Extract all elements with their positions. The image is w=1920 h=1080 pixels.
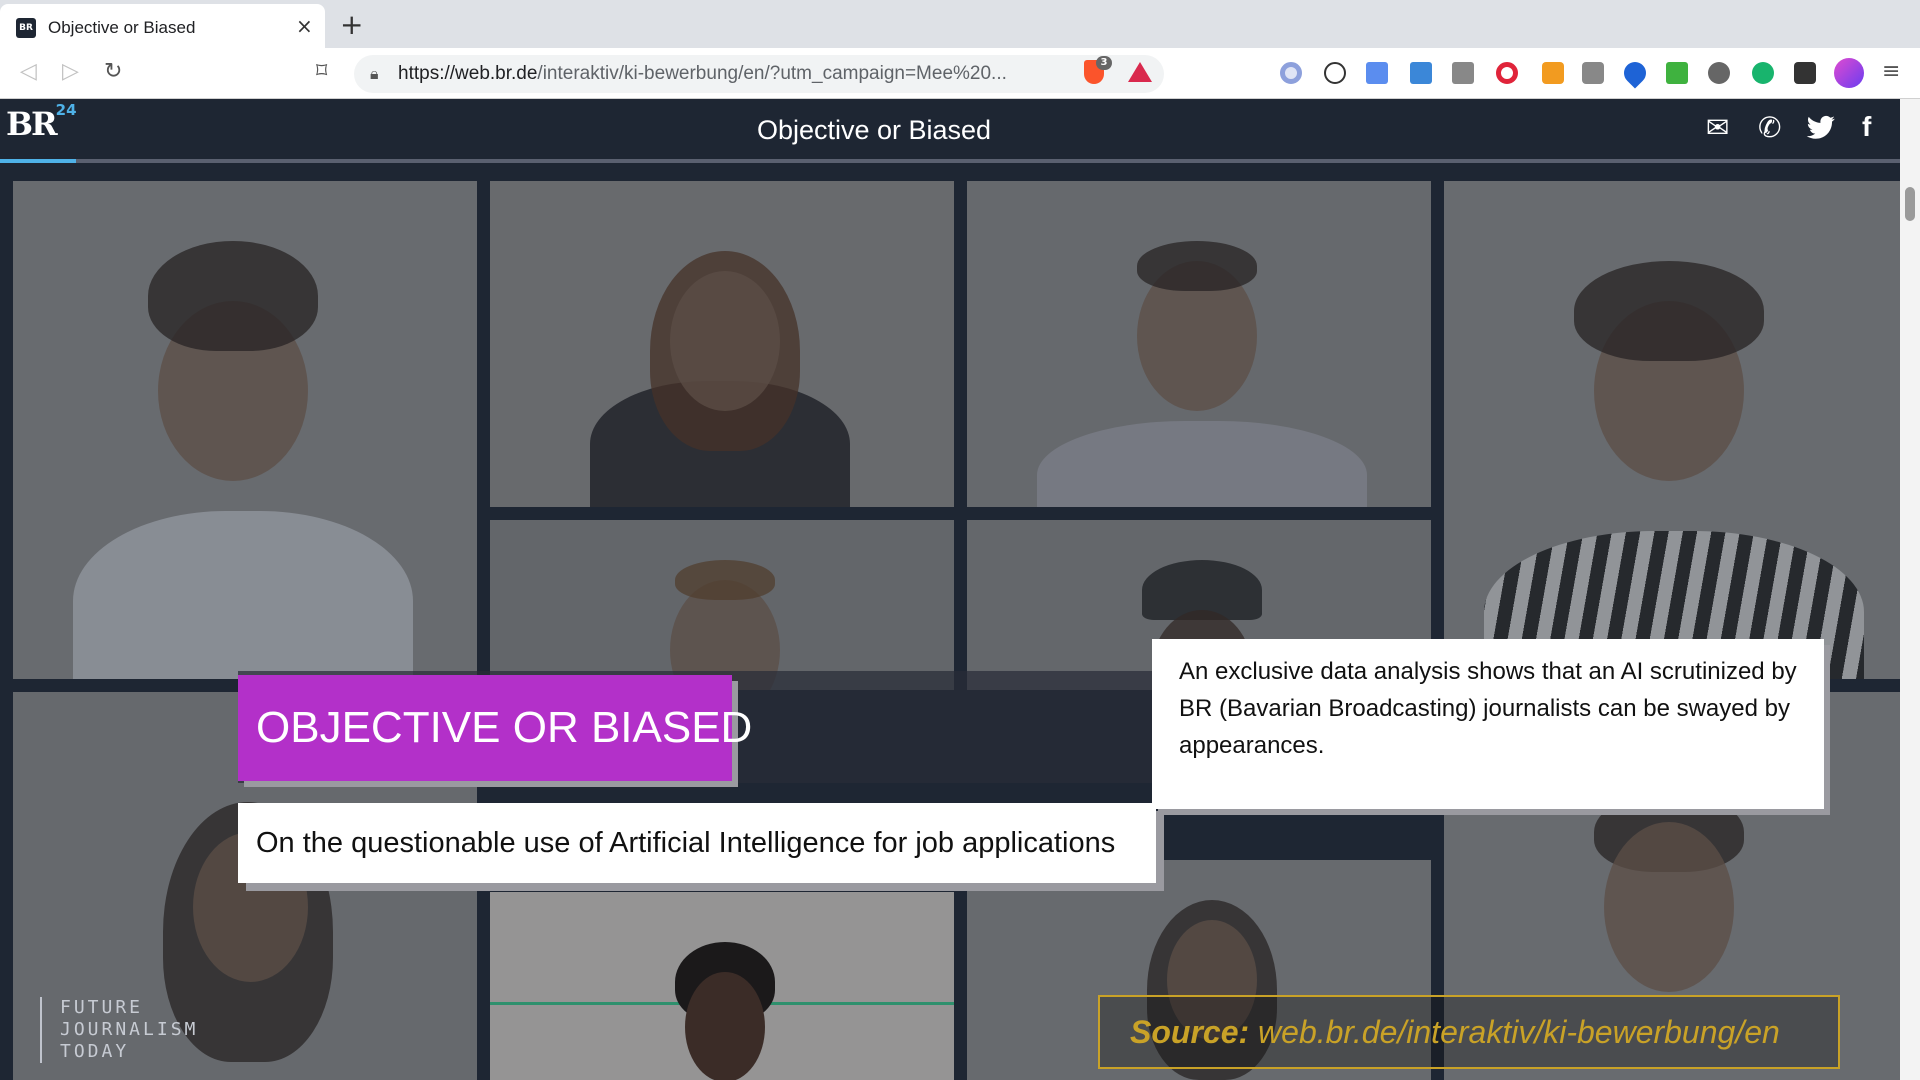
extension-ghost-icon[interactable] bbox=[1708, 62, 1730, 84]
future-journalism-today-logo: FUTURE JOURNALISM TODAY bbox=[40, 997, 198, 1063]
site-header: BR24 Objective or Biased ✉ ✆ f bbox=[0, 99, 1900, 163]
whatsapp-icon[interactable]: ✆ bbox=[1758, 111, 1781, 144]
extension-window-icon[interactable] bbox=[1410, 62, 1432, 84]
portrait-photo bbox=[490, 520, 954, 690]
shield-count-badge: 3 bbox=[1096, 56, 1112, 70]
lock-icon: 🔒︎ bbox=[370, 64, 379, 83]
extension-copy-icon[interactable] bbox=[1452, 62, 1474, 84]
source-label: Source: bbox=[1130, 1014, 1250, 1050]
hero-lede: An exclusive data analysis shows that an… bbox=[1152, 639, 1824, 809]
extension-grammarly-icon[interactable] bbox=[1752, 62, 1774, 84]
portrait-photo bbox=[490, 181, 954, 507]
page-scrollbar[interactable] bbox=[1900, 99, 1920, 1080]
source-url: web.br.de/interaktiv/ki-bewerbung/en bbox=[1258, 1014, 1780, 1050]
hero-subtitle: On the questionable use of Artificial In… bbox=[238, 803, 1156, 883]
site-header-title: Objective or Biased bbox=[756, 115, 992, 145]
extensions-puzzle-icon[interactable] bbox=[1794, 62, 1816, 84]
extension-off-icon[interactable] bbox=[1542, 62, 1564, 84]
portrait-photo bbox=[1444, 181, 1900, 679]
portrait-photo bbox=[490, 892, 954, 1080]
brave-rewards-icon[interactable] bbox=[1128, 62, 1152, 82]
profile-avatar[interactable] bbox=[1834, 58, 1864, 88]
bookmark-icon[interactable]: ⌑ bbox=[316, 59, 327, 84]
tab-title: Objective or Biased bbox=[48, 18, 196, 37]
mail-icon[interactable]: ✉ bbox=[1706, 111, 1729, 144]
forward-icon[interactable]: ▷ bbox=[62, 59, 79, 84]
portrait-photo bbox=[967, 181, 1431, 507]
tab-strip: BR Objective or Biased × + bbox=[0, 0, 1920, 48]
source-caption: Source: web.br.de/interaktiv/ki-bewerbun… bbox=[1098, 995, 1840, 1069]
extension-opera-icon[interactable] bbox=[1496, 62, 1518, 84]
portrait-photo bbox=[13, 181, 477, 679]
reading-progress-bar bbox=[0, 159, 1900, 163]
browser-tab[interactable]: BR Objective or Biased × bbox=[0, 4, 325, 48]
extension-camera-icon[interactable] bbox=[1582, 62, 1604, 84]
tab-favicon-icon: BR bbox=[16, 18, 36, 38]
tab-close-icon[interactable]: × bbox=[296, 14, 313, 38]
extension-record-icon[interactable] bbox=[1280, 62, 1302, 84]
back-icon[interactable]: ◁ bbox=[20, 59, 37, 84]
reload-icon[interactable]: ↻ bbox=[104, 59, 122, 84]
extension-translate-icon[interactable] bbox=[1366, 62, 1388, 84]
hero-title: OBJECTIVE OR BIASED bbox=[238, 675, 752, 781]
menu-icon[interactable]: ≡ bbox=[1882, 59, 1900, 84]
reading-progress-fill bbox=[0, 159, 76, 163]
scrollbar-thumb[interactable] bbox=[1905, 187, 1915, 221]
address-bar[interactable]: 🔒︎ https://web.br.de/interaktiv/ki-bewer… bbox=[354, 55, 1164, 93]
twitter-icon[interactable] bbox=[1806, 115, 1836, 141]
extension-info-icon[interactable] bbox=[1324, 62, 1346, 84]
facebook-icon[interactable]: f bbox=[1862, 111, 1871, 143]
page-viewport: BR24 Objective or Biased ✉ ✆ f OBJECTIVE… bbox=[0, 99, 1920, 1080]
url-text: https://web.br.de/interaktiv/ki-bewerbun… bbox=[398, 63, 1007, 84]
new-tab-button[interactable]: + bbox=[340, 8, 363, 41]
extension-download-icon[interactable] bbox=[1666, 62, 1688, 84]
